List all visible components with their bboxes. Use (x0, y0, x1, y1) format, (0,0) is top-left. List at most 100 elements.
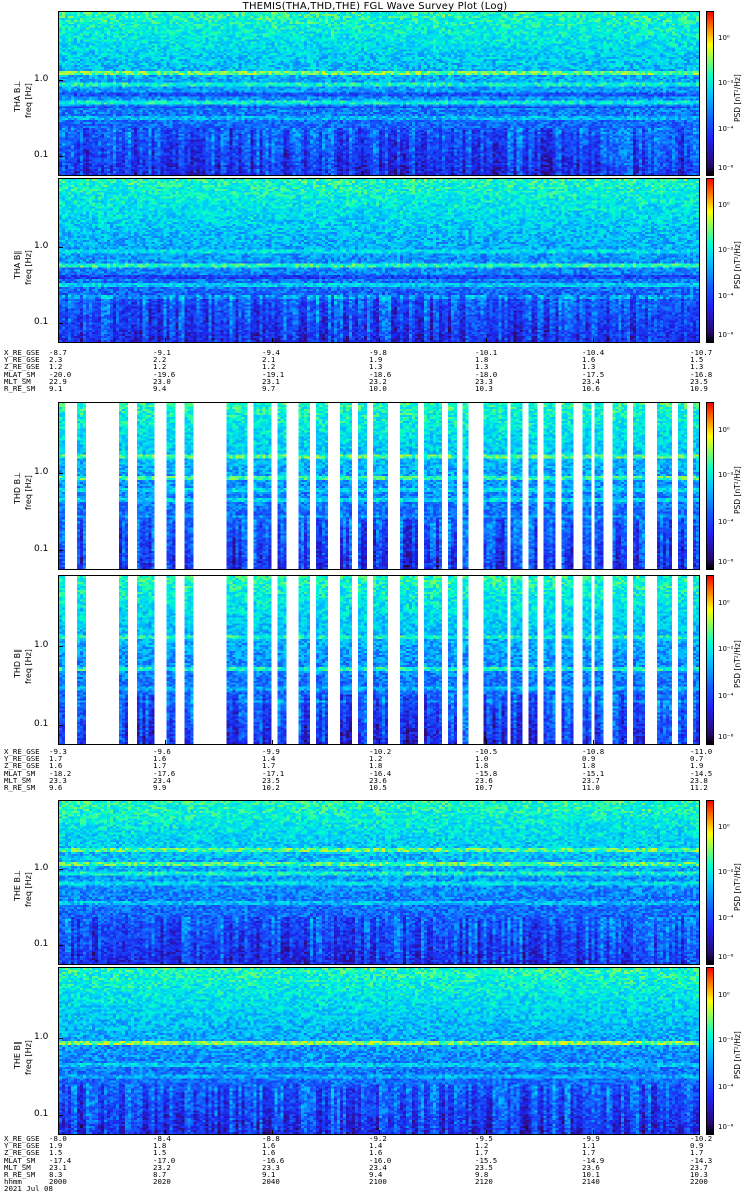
time-tick-mark (379, 740, 380, 745)
freq-tick-label: 1.0 (34, 640, 49, 651)
ephemeris-value: 9.6 (49, 782, 63, 792)
ephemeris-value: 2140 (582, 1177, 600, 1187)
colorbar-label: PSD [nT²/Hz] (733, 466, 742, 514)
freq-tick-label: 0.1 (34, 150, 49, 161)
colorbar-tick-label: 10⁻² (718, 644, 734, 653)
ephemeris-value: 10.9 (690, 383, 708, 393)
colorbar-tick-label: 10⁻⁶ (718, 164, 734, 173)
freq-tick-mark (58, 869, 63, 871)
panel-freq-label: freq [Hz] (24, 871, 33, 907)
freq-tick-label: 0.1 (34, 543, 49, 554)
colorbar-tick-label: 10⁻⁴ (718, 291, 734, 300)
colorbar-tick-label: 10⁻² (718, 867, 734, 876)
spectrogram-image (59, 968, 699, 1134)
freq-tick-label: 1.0 (34, 466, 49, 477)
ephemeris-row-name: R_RE_SM (4, 782, 36, 792)
colorbar-tick-label: 10⁰ (718, 425, 730, 434)
colorbar (706, 967, 714, 1135)
panel-freq-label: freq [Hz] (24, 1040, 33, 1075)
colorbar-label: PSD [nT²/Hz] (733, 640, 742, 688)
colorbar-tick-label: 10⁻² (718, 245, 734, 254)
ephemeris-row: hhmm 2000 2020 2040 2100 2120 2140 2200 (0, 1177, 750, 1187)
colorbar-tick-label: 10⁻⁶ (718, 558, 734, 567)
colorbar-tick-label: 10⁻² (718, 1035, 734, 1044)
freq-tick-label: 1.0 (34, 863, 49, 874)
spectrogram-image (59, 179, 699, 342)
colorbar-label: PSD [nT²/Hz] (733, 1031, 742, 1079)
ephemeris-table: X_RE_GSE -8.0 -8.4 -8.8 -9.2 -9.5 -9.9 -10.2 Y_R… (0, 1135, 750, 1193)
colorbar-label: PSD [nT²/Hz] (733, 240, 742, 289)
colorbar-tick-label: 10⁰ (718, 823, 730, 832)
colorbar-tick-label: 10⁻⁶ (718, 331, 734, 340)
ephemeris-value: 10.3 (475, 383, 493, 393)
colorbar-label: PSD [nT²/Hz] (733, 73, 742, 122)
panel-freq-label: freq [Hz] (24, 249, 33, 285)
colorbar-tick-label: 10⁻⁶ (718, 953, 734, 962)
time-tick-mark (699, 338, 700, 343)
colorbar-tick-label: 10⁻² (718, 470, 734, 479)
colorbar (706, 178, 714, 343)
freq-tick-mark (58, 156, 63, 158)
freq-tick-label: 0.1 (34, 1108, 49, 1119)
freq-tick-label: 1.0 (34, 241, 49, 252)
time-tick-mark (593, 338, 594, 343)
ephemeris-table: X_RE_GSE -9.3 -9.6 -9.9 -10.2 -10.5 -10.8 -11.0… (0, 748, 750, 792)
spectrogram-image (59, 12, 699, 175)
time-tick-mark (486, 740, 487, 745)
ephemeris-value: 10.2 (262, 782, 280, 792)
spectrogram-panel (58, 967, 700, 1135)
ephemeris-value: 2200 (690, 1177, 708, 1187)
panel-ylabel: THA B⊥ (13, 80, 22, 112)
time-tick-mark (272, 740, 273, 745)
ephemeris-value: 9.1 (49, 383, 63, 393)
spectrogram-image (59, 403, 699, 569)
ephemeris-value: 10.0 (369, 383, 387, 393)
ephemeris-value: 2120 (475, 1177, 493, 1187)
time-tick-mark (272, 338, 273, 343)
colorbar-tick-label: 10⁻⁴ (718, 692, 734, 701)
ephemeris-value: 11.0 (582, 782, 600, 792)
time-tick-mark (58, 338, 59, 343)
panel-ylabel: THE B∥ (13, 1041, 22, 1069)
ephemeris-value: 10.6 (582, 383, 600, 393)
time-tick-mark (165, 338, 166, 343)
spectrogram-panel (58, 178, 700, 343)
time-tick-mark (699, 740, 700, 745)
freq-tick-mark (58, 724, 63, 726)
colorbar-tick-label: 10⁻⁶ (718, 733, 734, 742)
colorbar-tick-label: 10⁰ (718, 598, 730, 607)
freq-tick-label: 0.1 (34, 718, 49, 729)
spectrogram-image (59, 801, 699, 964)
ephemeris-row: R_RE_SM 9.6 9.9 10.2 10.5 10.7 11.0 11.2 (0, 782, 750, 792)
ephemeris-row: R_RE_SM 9.1 9.4 9.7 10.0 10.3 10.6 10.9 (0, 383, 750, 393)
spectrogram-image (59, 576, 699, 744)
freq-tick-mark (58, 247, 63, 249)
ephemeris-value: 9.9 (153, 782, 167, 792)
freq-tick-mark (58, 1114, 63, 1116)
colorbar (706, 800, 714, 965)
colorbar-tick-label: 10⁻⁴ (718, 124, 734, 133)
ephemeris-value: 2020 (153, 1177, 171, 1187)
freq-tick-mark (58, 80, 63, 82)
freq-tick-label: 0.1 (34, 317, 49, 328)
freq-tick-label: 0.1 (34, 939, 49, 950)
panel-ylabel: THA B∥ (13, 250, 22, 279)
freq-tick-mark (58, 945, 63, 947)
spectrogram-panel (58, 800, 700, 965)
colorbar-tick-label: 10⁻⁴ (718, 913, 734, 922)
freq-tick-mark (58, 1037, 63, 1039)
panel-freq-label: freq [Hz] (24, 649, 33, 684)
ephemeris-value: 9.4 (153, 383, 167, 393)
spectrogram-panel (58, 11, 700, 176)
time-tick-mark (58, 740, 59, 745)
freq-tick-label: 1.0 (34, 74, 49, 85)
colorbar (706, 575, 714, 745)
freq-tick-mark (58, 549, 63, 551)
colorbar-tick-label: 10⁻² (718, 78, 734, 87)
time-tick-mark (593, 740, 594, 745)
colorbar-tick-label: 10⁰ (718, 201, 730, 210)
colorbar (706, 402, 714, 570)
freq-tick-mark (58, 646, 63, 648)
colorbar-tick-label: 10⁰ (718, 990, 730, 999)
colorbar-tick-label: 10⁻⁴ (718, 1082, 734, 1091)
